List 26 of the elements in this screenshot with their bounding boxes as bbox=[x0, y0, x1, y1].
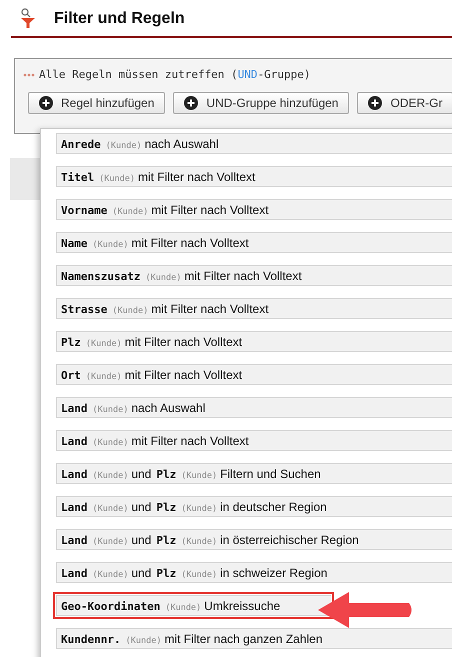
rule-option[interactable]: Ort (Kunde) mit Filter nach Volltext bbox=[56, 364, 452, 385]
plus-icon bbox=[39, 96, 53, 110]
drag-handle-icon[interactable] bbox=[23, 73, 35, 78]
rule-option[interactable]: Kundennr. (Kunde) mit Filter nach ganzen Zahlen bbox=[56, 628, 452, 649]
rule-option[interactable]: Land (Kunde) mit Filter nach Volltext bbox=[56, 430, 452, 451]
add-button[interactable]: UND-Gruppe hinzufügen bbox=[173, 92, 350, 114]
funnel-icon bbox=[20, 8, 36, 30]
group-caption: Alle Regeln müssen zutreffen (UND-Gruppe) bbox=[39, 67, 311, 83]
rule-option[interactable]: Geo-Koordinaten (Kunde) Umkreissuche bbox=[56, 595, 331, 616]
rule-option[interactable]: Plz (Kunde) mit Filter nach Volltext bbox=[56, 331, 452, 352]
plus-icon bbox=[184, 96, 198, 110]
rule-option[interactable]: Titel (Kunde) mit Filter nach Volltext bbox=[56, 166, 452, 187]
add-button[interactable]: ODER-Gr bbox=[357, 92, 452, 114]
rule-option[interactable]: Vorname (Kunde) mit Filter nach Volltext bbox=[56, 199, 452, 220]
rule-option[interactable]: Land (Kunde) und Plz (Kunde) Filtern und Suchen bbox=[56, 463, 452, 484]
rule-option[interactable]: Land (Kunde) und Plz (Kunde) in deutscher Region bbox=[56, 496, 452, 517]
rule-option[interactable]: Land (Kunde) und Plz (Kunde) in schweizer Region bbox=[56, 562, 452, 583]
rule-option[interactable]: Land (Kunde) nach Auswahl bbox=[56, 397, 452, 418]
rule-option[interactable]: Namenszusatz (Kunde) mit Filter nach Volltext bbox=[56, 265, 452, 286]
rule-option[interactable]: Strasse (Kunde) mit Filter nach Volltext bbox=[56, 298, 452, 319]
add-button[interactable]: Regel hinzufügen bbox=[28, 92, 166, 114]
page-title: Filter und Regeln bbox=[54, 9, 185, 29]
rule-option[interactable]: Land (Kunde) und Plz (Kunde) in österreichischer Region bbox=[56, 529, 452, 550]
rule-option[interactable]: Name (Kunde) mit Filter nach Volltext bbox=[56, 232, 452, 253]
rule-option[interactable]: Anrede (Kunde) nach Auswahl bbox=[56, 133, 452, 154]
plus-icon bbox=[368, 96, 382, 110]
